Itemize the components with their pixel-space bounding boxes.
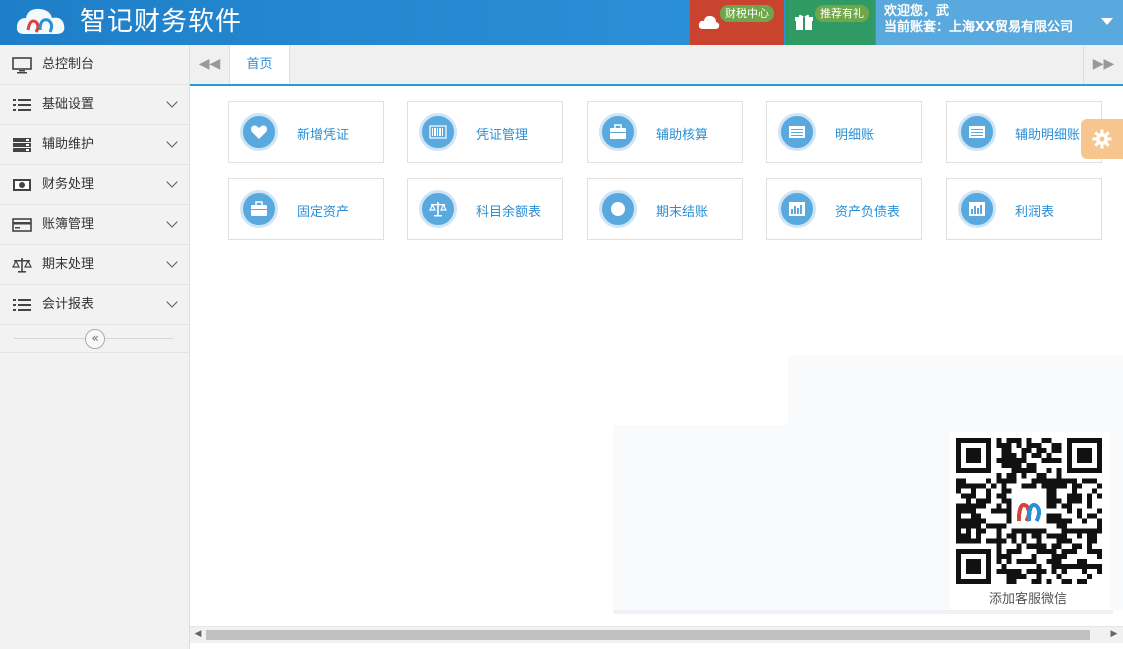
card-icon — [12, 218, 32, 232]
shortcut-label: 辅助明细账 — [1015, 128, 1081, 143]
tab-home[interactable]: 首页 — [230, 45, 290, 84]
sidebar-item-label: 会计报表 — [42, 297, 95, 312]
barcode-icon — [419, 113, 457, 151]
chevron-down-icon — [166, 296, 178, 308]
list-icon — [13, 99, 31, 111]
ledger-icon — [958, 113, 996, 151]
shortcut-label: 利润表 — [1015, 205, 1055, 220]
tab-scroll-right-button[interactable]: ▶▶ — [1083, 45, 1123, 84]
scale-icon — [12, 258, 32, 273]
shortcut-label: 明细账 — [835, 128, 875, 143]
circle-icon — [599, 190, 637, 228]
referral-label: 推荐有礼 — [815, 5, 869, 22]
monitor-icon — [12, 57, 32, 74]
qr-backdrop-edge — [613, 610, 1113, 614]
sidebar-collapse-button[interactable]: « — [85, 329, 105, 349]
sidebar-item-reports[interactable]: 会计报表 — [0, 285, 189, 325]
scroll-right-arrow-icon[interactable]: ▶ — [1109, 629, 1119, 639]
tab-bar: ◀◀ 首页 ▶▶ — [190, 45, 1123, 86]
shortcut-new-voucher[interactable]: 新增凭证 — [228, 101, 384, 163]
horizontal-scrollbar[interactable]: ◀ ▶ — [190, 626, 1123, 643]
ledger-icon — [778, 113, 816, 151]
shortcut-label: 凭证管理 — [476, 128, 529, 143]
shortcut-detail-ledger[interactable]: 明细账 — [766, 101, 922, 163]
gift-icon — [795, 14, 813, 30]
cloud-icon — [698, 15, 720, 29]
sidebar-item-label: 账簿管理 — [42, 217, 95, 232]
shortcut-voucher-management[interactable]: 凭证管理 — [407, 101, 563, 163]
sidebar-item-label: 基础设置 — [42, 97, 95, 112]
settings-gear-button[interactable] — [1081, 119, 1123, 159]
shortcut-fixed-assets[interactable]: 固定资产 — [228, 178, 384, 240]
chevron-down-icon — [166, 216, 178, 228]
sidebar-item-aux-maintenance[interactable]: 辅助维护 — [0, 125, 189, 165]
top-header: 智记财务软件 财税中心 推荐有礼 欢迎您，武 当前账套：上海XX贸易有限公司 — [0, 0, 1123, 45]
sidebar-item-label: 辅助维护 — [42, 137, 95, 152]
welcome-text: 欢迎您，武 — [884, 4, 950, 19]
wechat-qr-panel: 添加客服微信 — [950, 432, 1110, 610]
scrollbar-thumb[interactable] — [206, 630, 1090, 640]
shortcut-label: 期末结账 — [656, 205, 709, 220]
app-logo — [16, 8, 65, 34]
list-icon — [13, 299, 31, 311]
briefcase-icon — [599, 113, 637, 151]
chevron-down-icon — [166, 136, 178, 148]
scale-icon — [419, 190, 457, 228]
shortcut-label: 辅助核算 — [656, 128, 709, 143]
sidebar-item-finance[interactable]: 财务处理 — [0, 165, 189, 205]
sidebar-item-label: 总控制台 — [42, 57, 95, 72]
caret-down-icon — [1101, 18, 1113, 25]
sidebar: 总控制台 基础设置 辅助维护 财务处理 账簿管理 期末处理 会计报表 « — [0, 45, 190, 649]
qr-backdrop — [788, 355, 1123, 435]
shortcut-label: 科目余额表 — [476, 205, 542, 220]
heart-icon — [240, 113, 278, 151]
shortcut-label: 新增凭证 — [297, 128, 350, 143]
server-icon — [13, 138, 31, 152]
sidebar-item-period-end[interactable]: 期末处理 — [0, 245, 189, 285]
sidebar-item-ledger[interactable]: 账簿管理 — [0, 205, 189, 245]
shortcut-trial-balance[interactable]: 科目余额表 — [407, 178, 563, 240]
briefcase-icon — [240, 190, 278, 228]
tax-center-button[interactable]: 财税中心 — [690, 0, 784, 45]
sidebar-item-basic-settings[interactable]: 基础设置 — [0, 85, 189, 125]
shortcut-label: 固定资产 — [297, 205, 350, 220]
tax-center-label: 财税中心 — [720, 5, 774, 22]
shortcut-label: 资产负债表 — [835, 205, 901, 220]
bar-chart-icon — [778, 190, 816, 228]
chevron-down-icon — [166, 176, 178, 188]
user-account-menu[interactable]: 欢迎您，武 当前账套：上海XX贸易有限公司 — [876, 0, 1123, 45]
money-icon — [13, 179, 31, 191]
current-account-text: 当前账套：上海XX贸易有限公司 — [884, 20, 1074, 35]
shortcut-aux-detail-ledger[interactable]: 辅助明细账 — [946, 101, 1102, 163]
gear-icon — [1092, 129, 1112, 149]
chevron-down-icon — [166, 96, 178, 108]
qr-caption: 添加客服微信 — [988, 592, 1067, 607]
shortcut-aux-accounting[interactable]: 辅助核算 — [587, 101, 743, 163]
sidebar-item-dashboard[interactable]: 总控制台 — [0, 45, 189, 85]
tab-scroll-left-button[interactable]: ◀◀ — [190, 45, 230, 84]
scroll-left-arrow-icon[interactable]: ◀ — [193, 629, 203, 639]
app-title: 智记财务软件 — [80, 7, 243, 37]
wechat-qr-code — [956, 438, 1102, 584]
shortcut-balance-sheet[interactable]: 资产负债表 — [766, 178, 922, 240]
sidebar-item-label: 期末处理 — [42, 257, 95, 272]
referral-button[interactable]: 推荐有礼 — [785, 0, 875, 45]
sidebar-item-label: 财务处理 — [42, 177, 95, 192]
sidebar-collapse-row: « — [0, 325, 189, 353]
bar-chart-icon — [958, 190, 996, 228]
shortcut-income-statement[interactable]: 利润表 — [946, 178, 1102, 240]
shortcut-period-close[interactable]: 期末结账 — [587, 178, 743, 240]
chevron-down-icon — [166, 256, 178, 268]
